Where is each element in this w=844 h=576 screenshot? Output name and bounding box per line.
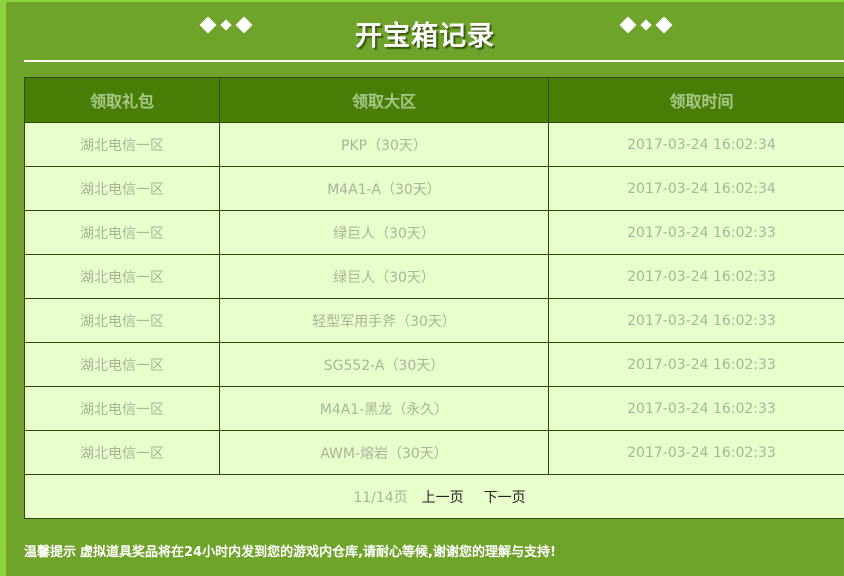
cell-region: 绿巨人（30天） [219, 254, 549, 299]
cell-region: M4A1-A（30天） [219, 166, 549, 211]
cell-gift: 湖北电信一区 [24, 254, 220, 299]
column-header-region: 领取大区 [219, 77, 549, 123]
cell-region: AWM-熔岩（30天） [219, 430, 549, 475]
cell-time: 2017-03-24 16:02:33 [548, 210, 844, 255]
cell-region: 轻型军用手斧（30天） [219, 298, 549, 343]
cell-time: 2017-03-24 16:02:33 [548, 342, 844, 387]
cell-region: 绿巨人（30天） [219, 210, 549, 255]
title-bar: 开宝箱记录 [6, 2, 844, 60]
cell-time: 2017-03-24 16:02:33 [548, 298, 844, 343]
prev-page-link[interactable]: 上一页 [422, 490, 464, 506]
table-row: 湖北电信一区 绿巨人（30天） 2017-03-24 16:02:33 [24, 210, 844, 255]
cell-gift: 湖北电信一区 [24, 342, 220, 387]
pager-row: 11/14页 上一页 下一页 [24, 474, 844, 519]
column-header-time: 领取时间 [548, 77, 844, 123]
cell-time: 2017-03-24 16:02:34 [548, 166, 844, 211]
cell-gift: 湖北电信一区 [24, 210, 220, 255]
table-row: 湖北电信一区 M4A1-A（30天） 2017-03-24 16:02:34 [24, 166, 844, 211]
table-row: 湖北电信一区 轻型军用手斧（30天） 2017-03-24 16:02:33 [24, 298, 844, 343]
pagination: 11/14页 上一页 下一页 [24, 474, 844, 519]
table-row: 湖北电信一区 M4A1-黑龙（永久） 2017-03-24 16:02:33 [24, 386, 844, 431]
table-row: 湖北电信一区 SG552-A（30天） 2017-03-24 16:02:33 [24, 342, 844, 387]
cell-time: 2017-03-24 16:02:34 [548, 122, 844, 167]
next-page-link[interactable]: 下一页 [484, 490, 526, 506]
title-divider [24, 60, 844, 62]
cell-region: M4A1-黑龙（永久） [219, 386, 549, 431]
table-header-row: 领取礼包 领取大区 领取时间 [24, 77, 844, 123]
cell-region: PKP（30天） [219, 122, 549, 167]
table-row: 湖北电信一区 PKP（30天） 2017-03-24 16:02:34 [24, 122, 844, 167]
cell-region: SG552-A（30天） [219, 342, 549, 387]
cell-time: 2017-03-24 16:02:33 [548, 386, 844, 431]
cell-gift: 湖北电信一区 [24, 386, 220, 431]
page-title: 开宝箱记录 [355, 21, 495, 52]
table-row: 湖北电信一区 AWM-熔岩（30天） 2017-03-24 16:02:33 [24, 430, 844, 475]
table-row: 湖北电信一区 绿巨人（30天） 2017-03-24 16:02:33 [24, 254, 844, 299]
notice-text: 虚拟道具奖品将在24小时内发到您的游戏内仓库,请耐心等候,谢谢您的理解与支持! [80, 545, 556, 560]
column-header-gift: 领取礼包 [24, 77, 220, 123]
cell-gift: 湖北电信一区 [24, 298, 220, 343]
notice-label: 温馨提示 [24, 545, 77, 560]
cell-gift: 湖北电信一区 [24, 430, 220, 475]
cell-gift: 湖北电信一区 [24, 122, 220, 167]
diamond-icon [640, 19, 652, 31]
page-count: 11/14页 [353, 489, 408, 506]
notice-tip: 温馨提示 虚拟道具奖品将在24小时内发到您的游戏内仓库,请耐心等候,谢谢您的理解与… [24, 541, 556, 560]
right-diamond-ornament [619, 16, 673, 34]
cell-time: 2017-03-24 16:02:33 [548, 430, 844, 475]
cell-gift: 湖北电信一区 [24, 166, 220, 211]
diamond-icon [655, 16, 673, 34]
diamond-icon [619, 16, 637, 34]
cell-time: 2017-03-24 16:02:33 [548, 254, 844, 299]
records-table: 领取礼包 领取大区 领取时间 湖北电信一区 PKP（30天） 2017-03-2… [24, 77, 844, 519]
